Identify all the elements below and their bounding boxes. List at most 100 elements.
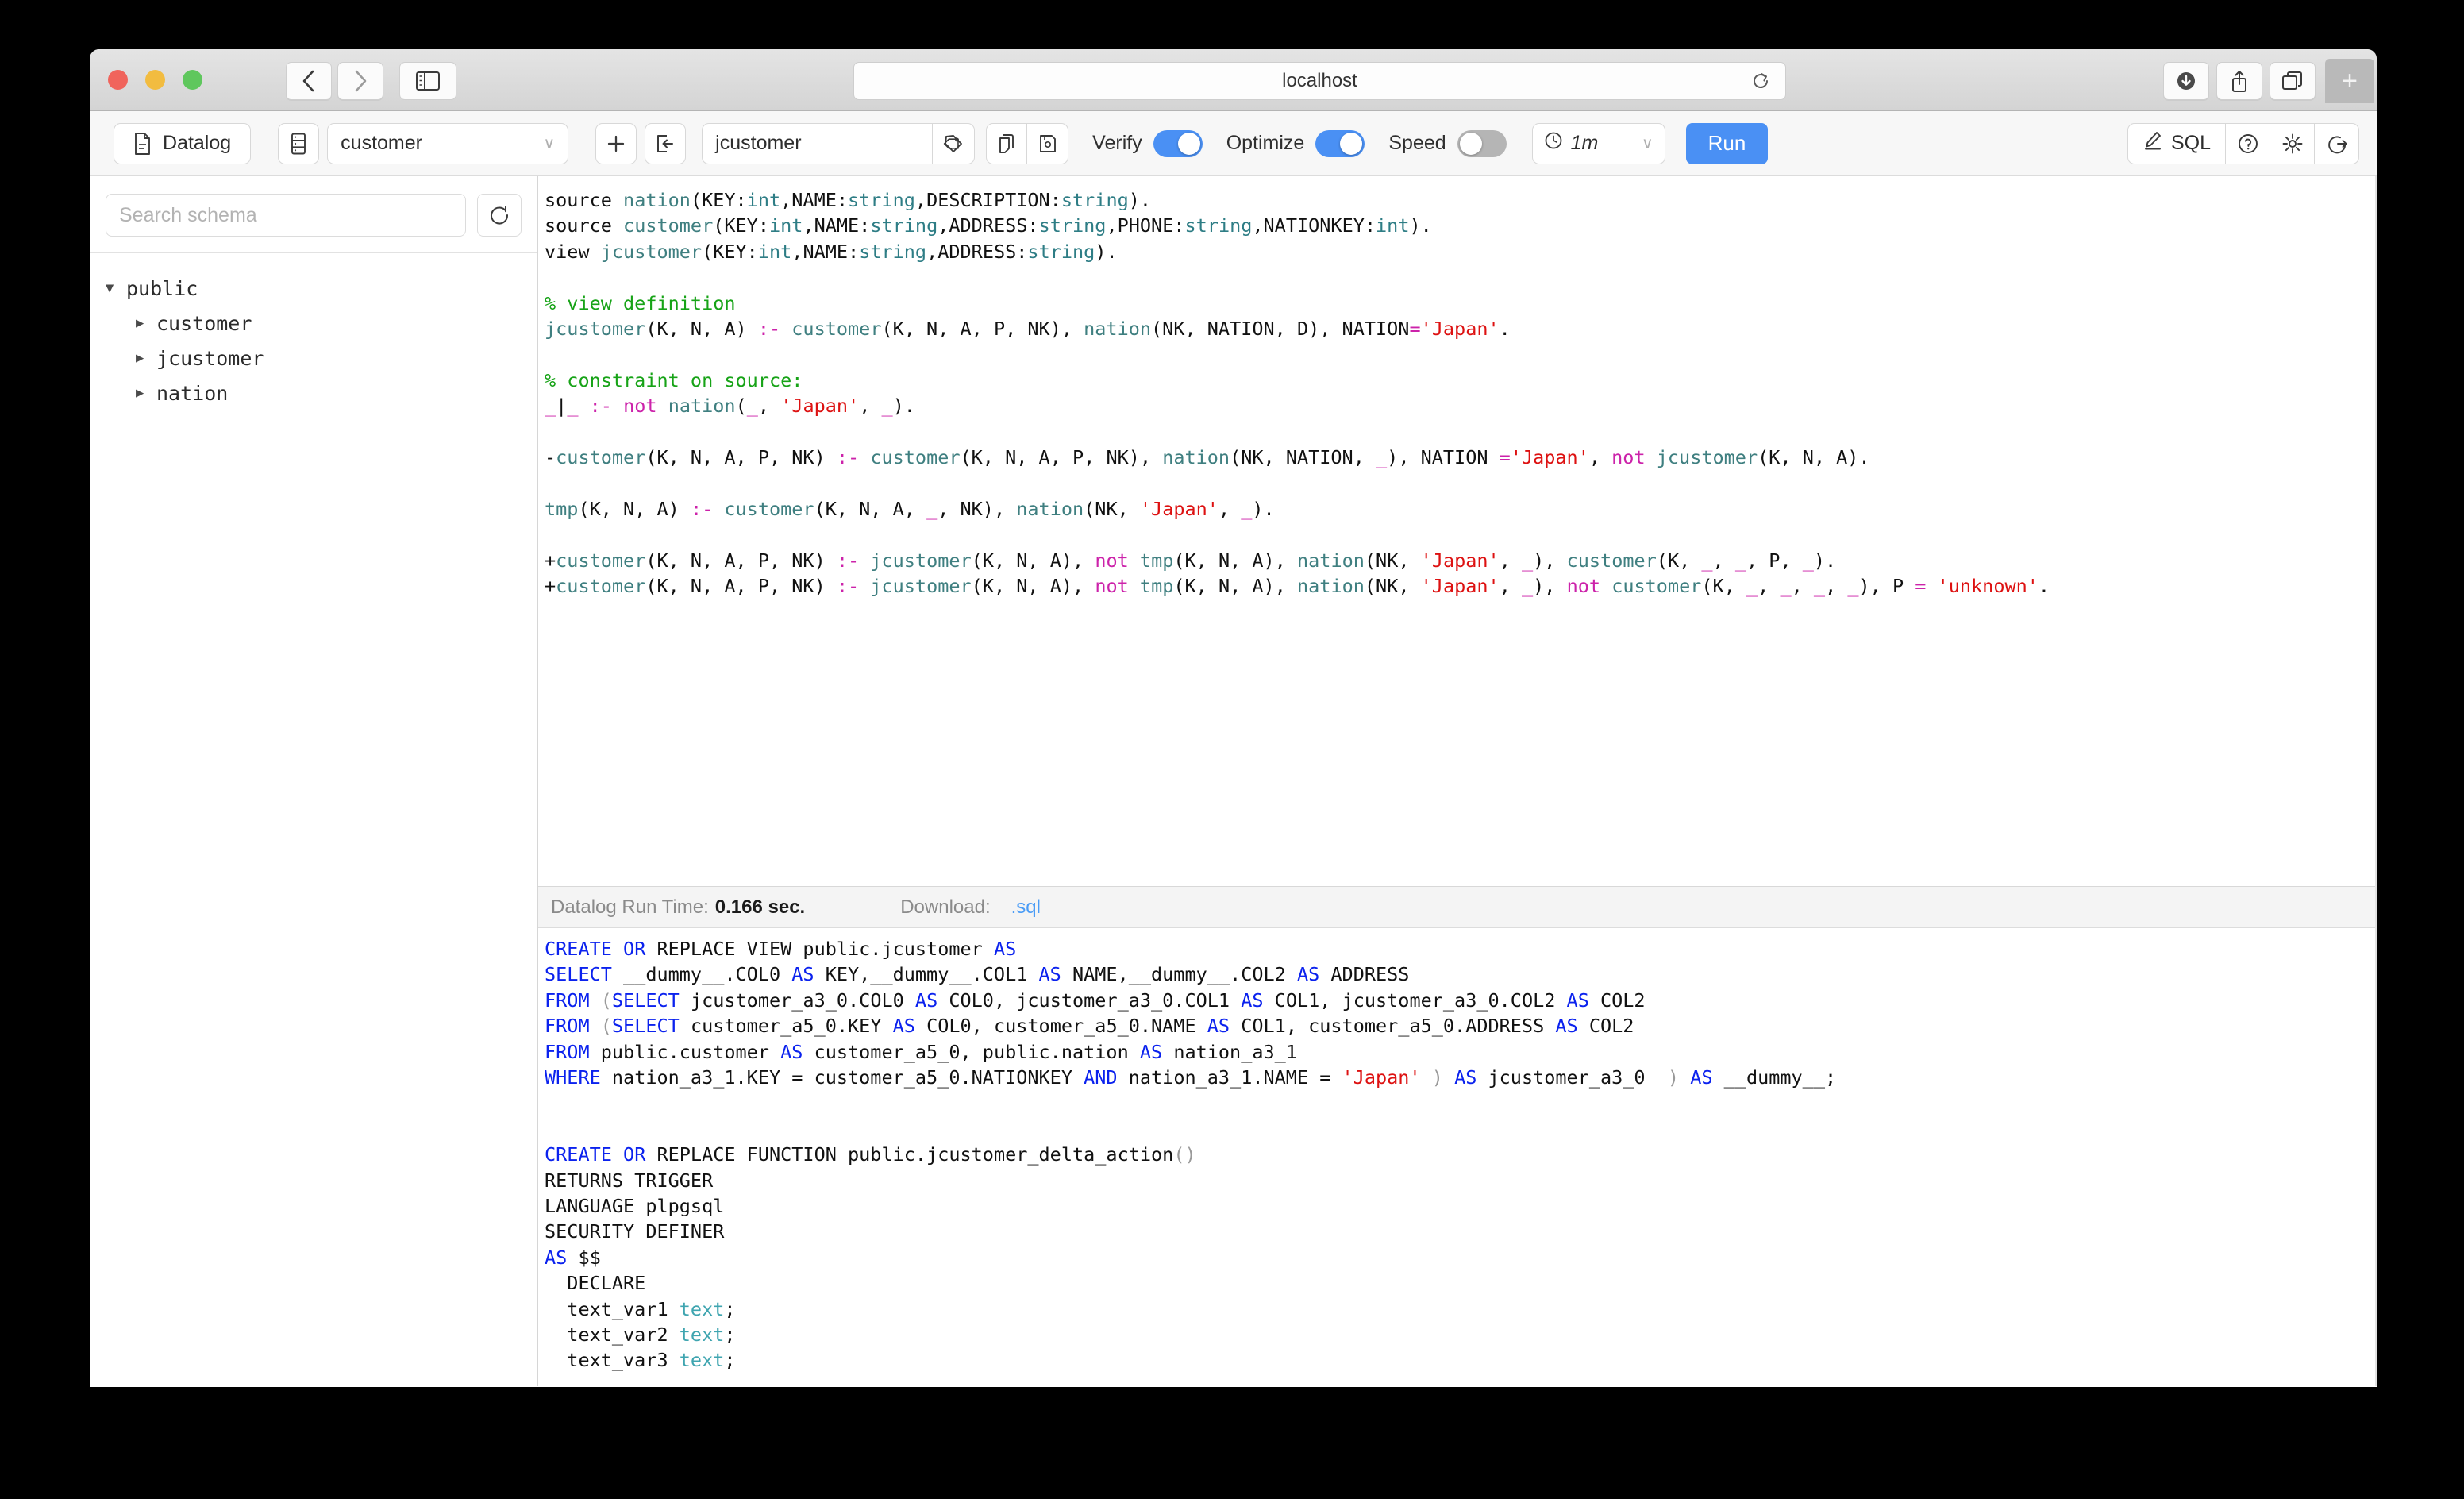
document-icon <box>133 132 151 155</box>
maximize-window-button[interactable] <box>183 70 202 90</box>
gear-icon <box>2282 133 2302 153</box>
add-view-button[interactable] <box>595 122 637 164</box>
browser-window: localhost + Datalog customer ∨ jcustomer… <box>90 49 2377 1387</box>
sql-label: SQL <box>2170 132 2211 154</box>
triangle-right-icon[interactable] <box>136 315 156 331</box>
speed-label: Speed <box>1388 132 1446 154</box>
view-name-input[interactable]: jcustomer <box>702 122 933 164</box>
import-view-button[interactable] <box>645 122 687 164</box>
new-tab-button[interactable]: + <box>2325 59 2374 103</box>
sidebar-toggle-button[interactable] <box>399 62 456 100</box>
chevron-down-icon: ∨ <box>1642 135 1654 152</box>
close-window-button[interactable] <box>108 70 128 90</box>
triangle-right-icon[interactable] <box>136 385 156 401</box>
triangle-down-icon[interactable] <box>106 280 126 296</box>
downloads-icon <box>2177 72 2195 90</box>
schema-node-jcustomer[interactable]: jcustomer <box>106 341 522 376</box>
schema-node-nation[interactable]: nation <box>106 376 522 410</box>
scroll-gutter[interactable] <box>2375 176 2377 1386</box>
sql-line: DECLARE <box>545 1272 646 1295</box>
forward-button[interactable] <box>337 62 383 100</box>
schema-panel: Search schema public customer <box>90 176 538 1386</box>
refresh-icon <box>491 206 509 225</box>
sql-line <box>545 1116 2377 1142</box>
settings-button[interactable] <box>2270 122 2315 164</box>
clock-icon <box>1544 131 1563 156</box>
runtime-label: Datalog Run Time: <box>551 896 709 918</box>
schema-node-public[interactable]: public <box>106 271 522 306</box>
address-bar[interactable]: localhost <box>853 62 1786 100</box>
sql-line: AS $$ <box>545 1246 601 1269</box>
app-toolbar: Datalog customer ∨ jcustomer Verify Opti… <box>90 111 2377 176</box>
database-button[interactable] <box>278 122 320 164</box>
timeout-value: 1m <box>1570 132 1599 154</box>
source-table-combo: customer ∨ <box>278 122 569 164</box>
sql-line: LANGUAGE plpgsql <box>545 1195 725 1218</box>
verify-label: Verify <box>1092 132 1142 154</box>
optimize-label: Optimize <box>1226 132 1305 154</box>
toggle-knob <box>1177 132 1200 155</box>
sql-line: RETURNS TRIGGER <box>545 1169 714 1192</box>
copy-view-button[interactable] <box>986 122 1028 164</box>
speed-toggle[interactable] <box>1457 129 1507 157</box>
verify-toggle[interactable] <box>1153 129 1203 157</box>
save-disk-icon <box>1039 134 1056 152</box>
optimize-toggle[interactable] <box>1315 129 1365 157</box>
pencil-icon <box>2143 130 2163 156</box>
minimize-window-button[interactable] <box>145 70 165 90</box>
database-icon <box>291 133 306 154</box>
url-text: localhost <box>1282 70 1357 91</box>
back-button[interactable] <box>286 62 332 100</box>
import-icon <box>657 134 674 152</box>
generated-sql-code[interactable]: CREATE OR REPLACE VIEW public.jcustomer … <box>545 936 2377 1374</box>
source-table-select[interactable]: customer ∨ <box>327 122 569 164</box>
download-sql-link[interactable]: ​.sql <box>1011 896 1041 919</box>
sql-line: FROM (SELECT customer_a5_0.KEY AS COL0, … <box>545 1015 1634 1038</box>
sql-output-panel[interactable]: CREATE OR REPLACE VIEW public.jcustomer … <box>538 928 2377 1386</box>
right-toolbar-group: SQL <box>2127 122 2359 164</box>
schema-node-customer[interactable]: customer <box>106 306 522 341</box>
code-line: +customer(K, N, A, P, NK) :- jcustomer(K… <box>545 549 1837 572</box>
code-line: source customer(KEY:int,NAME:string,ADDR… <box>545 214 1432 237</box>
tag-view-button[interactable] <box>932 122 976 164</box>
new-tab-label: + <box>2342 65 2358 96</box>
logout-button[interactable] <box>2315 122 2359 164</box>
share-button[interactable] <box>2216 62 2262 100</box>
language-label: Datalog <box>163 132 232 154</box>
toggle-knob <box>1340 132 1363 155</box>
datalog-source-code[interactable]: source nation(KEY:int,NAME:string,DESCRI… <box>545 187 2377 599</box>
toggle-knob <box>1459 132 1482 155</box>
tab-overview-button[interactable] <box>2270 62 2316 100</box>
sql-line <box>545 1090 2377 1116</box>
help-button[interactable] <box>2226 122 2270 164</box>
sql-line: text_var3 text; <box>545 1349 736 1372</box>
runtime-value: 0.166 sec. <box>714 896 806 918</box>
save-view-button[interactable] <box>1027 122 1069 164</box>
datalog-editor[interactable]: source nation(KEY:int,NAME:string,DESCRI… <box>538 176 2377 887</box>
reload-button[interactable] <box>1750 71 1771 91</box>
sql-line: text_var1 text; <box>545 1297 736 1320</box>
chevron-right-icon <box>355 70 367 92</box>
timeout-select[interactable]: 1m ∨ <box>1531 122 1665 164</box>
code-line: _|_ :- not nation(_, 'Japan', _). <box>545 395 915 418</box>
chevron-left-icon <box>302 70 314 92</box>
logout-icon <box>2327 136 2347 153</box>
view-name-value: jcustomer <box>715 132 802 154</box>
downloads-button[interactable] <box>2163 62 2209 100</box>
code-line: % view definition <box>545 291 736 314</box>
triangle-right-icon[interactable] <box>136 350 156 366</box>
code-line: jcustomer(K, N, A) :- customer(K, N, A, … <box>545 318 1511 341</box>
sql-mode-button[interactable]: SQL <box>2127 122 2226 164</box>
refresh-schema-button[interactable] <box>477 194 522 237</box>
copy-icon <box>999 133 1014 153</box>
editor-column: source nation(KEY:int,NAME:string,DESCRI… <box>538 176 2377 1386</box>
run-button[interactable]: Run <box>1685 122 1769 164</box>
search-schema-input[interactable]: Search schema <box>106 194 466 237</box>
code-line: -customer(K, N, A, P, NK) :- customer(K,… <box>545 446 1870 469</box>
browser-right-tools <box>2163 62 2316 100</box>
sql-line: FROM (SELECT jcustomer_a3_0.COL0 AS COL0… <box>545 988 1646 1012</box>
language-selector-button[interactable]: Datalog <box>114 122 252 164</box>
